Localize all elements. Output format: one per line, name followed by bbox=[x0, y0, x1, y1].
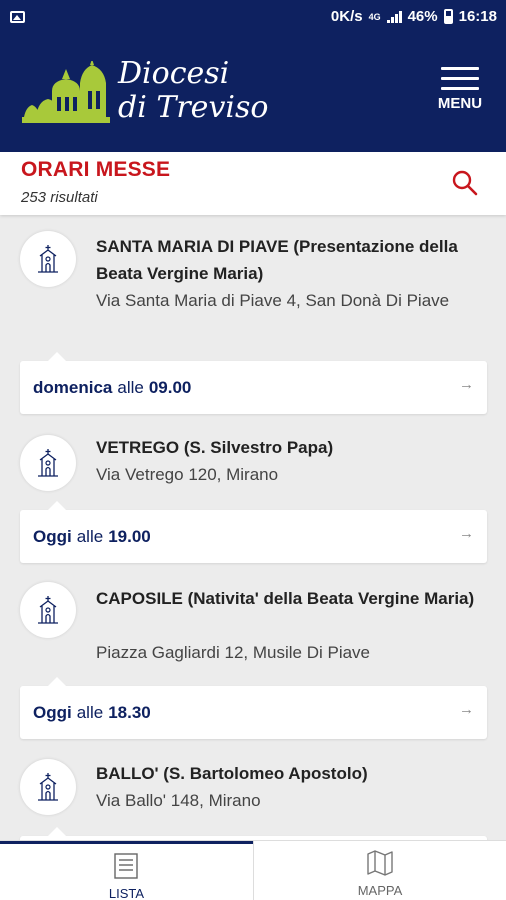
cathedral-logo-icon[interactable] bbox=[22, 61, 110, 125]
mass-alle: alle bbox=[117, 377, 144, 397]
mass-time: 19.00 bbox=[108, 526, 151, 546]
logo-line-2: di Treviso bbox=[118, 90, 269, 125]
map-icon bbox=[367, 850, 393, 876]
image-notification-icon bbox=[10, 10, 25, 23]
tab-lista[interactable]: LISTA bbox=[0, 841, 253, 900]
clock: 16:18 bbox=[458, 8, 497, 25]
page-title: ORARI MESSE bbox=[21, 158, 171, 181]
church-icon bbox=[20, 231, 76, 287]
mass-time-card[interactable]: domenica alle 09.00 → bbox=[20, 352, 487, 414]
mass-day: domenica bbox=[33, 377, 113, 397]
church-address: Piazza Gagliardi 12, Musile Di Piave bbox=[96, 643, 371, 662]
church-address: Via Santa Maria di Piave 4, San Donà Di … bbox=[96, 291, 450, 310]
signal-icon bbox=[386, 10, 402, 23]
mass-day: Oggi bbox=[33, 526, 72, 546]
menu-label: MENU bbox=[437, 95, 483, 112]
search-icon[interactable] bbox=[451, 169, 479, 197]
arrow-right-icon: → bbox=[459, 525, 474, 542]
church-name[interactable]: BALLO' (S. Bartolomeo Apostolo) bbox=[96, 760, 476, 787]
title-bar: ORARI MESSE 253 risultati bbox=[0, 152, 506, 215]
arrow-right-icon: → bbox=[459, 701, 474, 718]
result-count: 253 risultati bbox=[21, 189, 98, 206]
list-icon bbox=[114, 853, 138, 879]
mass-time: 18.30 bbox=[108, 702, 151, 722]
church-icon bbox=[20, 435, 76, 491]
mass-time-card[interactable]: Oggi alle 18.30 → bbox=[20, 677, 487, 739]
church-name[interactable]: SANTA MARIA DI PIAVE (Presentazione dell… bbox=[96, 233, 476, 287]
church-name[interactable]: CAPOSILE (Nativita' della Beata Vergine … bbox=[96, 585, 476, 612]
app-header: Diocesi di Treviso MENU bbox=[0, 33, 506, 152]
mass-alle: alle bbox=[76, 526, 104, 546]
battery-icon bbox=[443, 9, 453, 24]
tab-mappa[interactable]: MAPPA bbox=[253, 841, 506, 900]
logo-line-1: Diocesi bbox=[118, 56, 230, 91]
church-icon bbox=[20, 759, 76, 815]
battery-percent: 46% bbox=[407, 8, 438, 25]
tab-label: MAPPA bbox=[357, 883, 403, 898]
bottom-navigation: LISTA MAPPA bbox=[0, 840, 506, 900]
mass-time-card[interactable]: Oggi alle 19.00 → bbox=[20, 501, 487, 563]
mass-times-list[interactable]: SANTA MARIA DI PIAVE (Presentazione dell… bbox=[0, 215, 506, 840]
menu-button[interactable]: MENU bbox=[431, 67, 489, 123]
network-speed: 0K/s bbox=[330, 8, 363, 25]
tab-label: LISTA bbox=[108, 886, 145, 900]
mass-day: Oggi bbox=[33, 702, 72, 722]
mass-alle: alle bbox=[76, 702, 104, 722]
network-type: 4G bbox=[368, 11, 381, 22]
church-name[interactable]: VETREGO (S. Silvestro Papa) bbox=[96, 434, 476, 461]
church-address: Via Ballo' 148, Mirano bbox=[96, 791, 261, 810]
church-address: Via Vetrego 120, Mirano bbox=[96, 465, 279, 484]
mass-time: 09.00 bbox=[148, 377, 192, 397]
arrow-right-icon: → bbox=[459, 376, 474, 393]
hamburger-icon bbox=[441, 67, 479, 90]
logo-title[interactable]: Diocesi di Treviso bbox=[118, 57, 268, 125]
status-bar: 0K/s 4G 46% 16:18 bbox=[0, 0, 506, 33]
church-icon bbox=[20, 582, 76, 638]
